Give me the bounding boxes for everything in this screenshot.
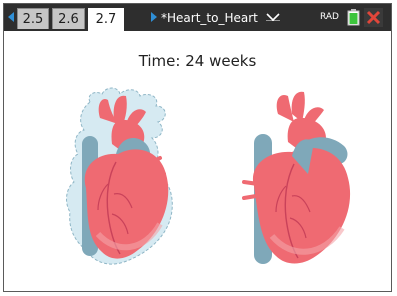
battery-icon (347, 9, 360, 26)
next-page-arrow-icon[interactable] (151, 12, 157, 22)
close-button[interactable] (364, 8, 383, 27)
previous-page-arrow-icon[interactable] (8, 12, 14, 22)
tab-2-6[interactable]: 2.6 (52, 8, 85, 29)
chevron-down-icon[interactable] (266, 13, 280, 21)
document-title[interactable]: *Heart_to_Heart (161, 8, 258, 28)
time-label: Time: 24 weeks (138, 52, 257, 70)
title-bar: 2.5 2.6 2.7 *Heart_to_Heart RAD (4, 4, 391, 31)
tab-2-5[interactable]: 2.5 (17, 8, 49, 29)
tab-2-7[interactable]: 2.7 (88, 8, 124, 31)
fetal-heart-image (66, 87, 173, 265)
angle-mode-indicator: RAD (320, 12, 339, 22)
close-icon (366, 10, 381, 25)
adult-heart-image (242, 91, 351, 264)
handheld-screen: 2.5 2.6 2.7 *Heart_to_Heart RAD Time: 24… (3, 3, 392, 292)
